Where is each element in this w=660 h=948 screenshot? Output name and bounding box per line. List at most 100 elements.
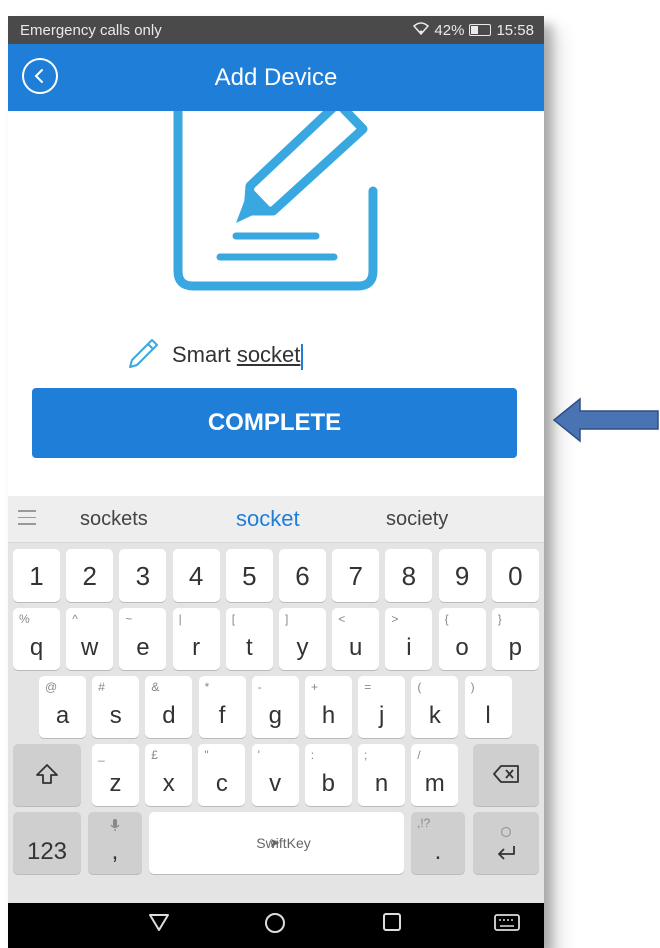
key-9[interactable]: 9 <box>438 549 486 602</box>
key-label: 123 <box>26 838 68 865</box>
key-label: o <box>455 634 469 661</box>
swiftkey-label: SwiftKey <box>256 835 311 851</box>
key-label: p <box>508 634 522 661</box>
suggestion-1[interactable]: sockets <box>80 508 148 531</box>
key-d[interactable]: & d <box>145 676 193 738</box>
key-a[interactable]: @ a <box>39 676 86 738</box>
keyboard-nav-icon[interactable] <box>494 912 520 937</box>
key-label: k <box>428 702 441 729</box>
space-key[interactable]: ➤ SwiftKey <box>149 812 404 874</box>
key-3[interactable]: 3 <box>119 549 167 602</box>
key-label: i <box>406 634 412 661</box>
key-label: 3 <box>135 561 151 591</box>
key-q[interactable]: % q <box>13 608 60 670</box>
key-label: 8 <box>401 561 417 591</box>
key-u[interactable]: < u <box>332 608 380 670</box>
key-alt-label: ) <box>470 680 475 694</box>
app-header: Add Device <box>8 44 544 111</box>
complete-button[interactable]: COMPLETE <box>32 388 517 458</box>
key-label: e <box>136 634 150 661</box>
key-label: 5 <box>242 561 257 591</box>
key-n[interactable]: ; n <box>358 744 405 806</box>
key-8[interactable]: 8 <box>385 549 433 602</box>
back-nav-icon[interactable] <box>148 912 170 937</box>
key-alt-label: " <box>204 748 209 762</box>
key-alt-label: = <box>364 680 372 694</box>
device-name-field[interactable]: Smart socket <box>126 336 304 376</box>
key-b[interactable]: :b <box>304 744 352 806</box>
key-label: x <box>162 770 175 797</box>
key-y[interactable]: ] y <box>279 608 326 670</box>
key-l[interactable]: ) l <box>464 676 512 738</box>
menu-icon[interactable] <box>18 510 36 525</box>
time-text: 15:58 <box>496 21 534 39</box>
suggestion-bar: sockets socket society <box>8 496 544 543</box>
symbols-key[interactable]: 123 <box>13 812 81 874</box>
key-alt-label: - <box>257 680 262 694</box>
key-g[interactable]: -g <box>251 676 299 738</box>
key-label: 2 <box>82 561 97 591</box>
key-alt-label: ' <box>257 748 260 762</box>
key-p[interactable]: } p <box>491 608 539 670</box>
key-z[interactable]: _ z <box>92 744 139 806</box>
key-h[interactable]: + h <box>305 676 352 738</box>
backspace-icon <box>473 764 539 789</box>
key-r[interactable]: | r <box>172 608 220 670</box>
key-k[interactable]: (k <box>411 676 459 738</box>
key-alt-label: @ <box>45 680 58 694</box>
carrier-text: Emergency calls only <box>20 21 162 39</box>
key-j[interactable]: = j <box>358 676 406 738</box>
key-alt-label: % <box>19 612 30 626</box>
backspace-key[interactable] <box>473 744 539 806</box>
key-label: 0 <box>508 561 523 591</box>
key-5[interactable]: 5 <box>225 549 273 602</box>
key-2[interactable]: 2 <box>66 549 114 602</box>
key-label: 4 <box>188 561 204 591</box>
key-w[interactable]: ^ w <box>66 608 114 670</box>
status-bar: Emergency calls only 42% 15:58 <box>8 16 544 44</box>
key-i[interactable]: > i <box>385 608 433 670</box>
shift-icon <box>13 762 81 791</box>
key-alt-label: } <box>497 612 502 626</box>
key-c[interactable]: " c <box>198 744 246 806</box>
status-icons: 42% 15:58 <box>413 22 534 39</box>
enter-key[interactable] <box>473 812 539 874</box>
key-label: b <box>321 770 335 797</box>
period-key[interactable]: ,!?. <box>411 812 465 874</box>
key-label: 7 <box>348 561 363 591</box>
key-label: q <box>29 634 44 661</box>
key-alt-label: * <box>204 680 210 694</box>
key-label: . <box>434 838 442 865</box>
recents-nav-icon[interactable] <box>382 912 402 937</box>
key-m[interactable]: / m <box>411 744 459 806</box>
text-caret <box>301 343 304 370</box>
key-alt-label: & <box>151 680 160 694</box>
name-prefix: Smart <box>172 342 231 368</box>
key-7[interactable]: 7 <box>332 549 380 602</box>
home-nav-icon[interactable] <box>264 912 286 939</box>
key-v[interactable]: ' v <box>251 744 299 806</box>
key-o[interactable]: {o <box>438 608 486 670</box>
key-label: f <box>218 702 226 729</box>
key-0[interactable]: 0 <box>491 549 539 602</box>
shift-key[interactable] <box>13 744 81 806</box>
key-s[interactable]: # s <box>92 676 140 738</box>
pencil-icon <box>126 337 160 376</box>
key-alt-label: < <box>338 612 346 626</box>
key-alt-label: { <box>444 612 449 626</box>
key-label: y <box>296 634 309 661</box>
key-alt-label: ] <box>285 612 289 626</box>
key-x[interactable]: £ x <box>145 744 193 806</box>
key-4[interactable]: 4 <box>172 549 220 602</box>
key-e[interactable]: ~ e <box>119 608 167 670</box>
key-f[interactable]: * f <box>198 676 246 738</box>
key-6[interactable]: 6 <box>279 549 326 602</box>
key-t[interactable]: [t <box>225 608 273 670</box>
device-name-input[interactable]: Smart socket <box>172 342 304 370</box>
key-alt-label: £ <box>151 748 158 762</box>
key-1[interactable]: 1 <box>13 549 60 602</box>
suggestion-2[interactable]: socket <box>236 506 300 532</box>
comma-key[interactable]: , <box>88 812 142 874</box>
suggestion-3[interactable]: society <box>386 508 448 531</box>
enter-icon <box>473 826 539 867</box>
